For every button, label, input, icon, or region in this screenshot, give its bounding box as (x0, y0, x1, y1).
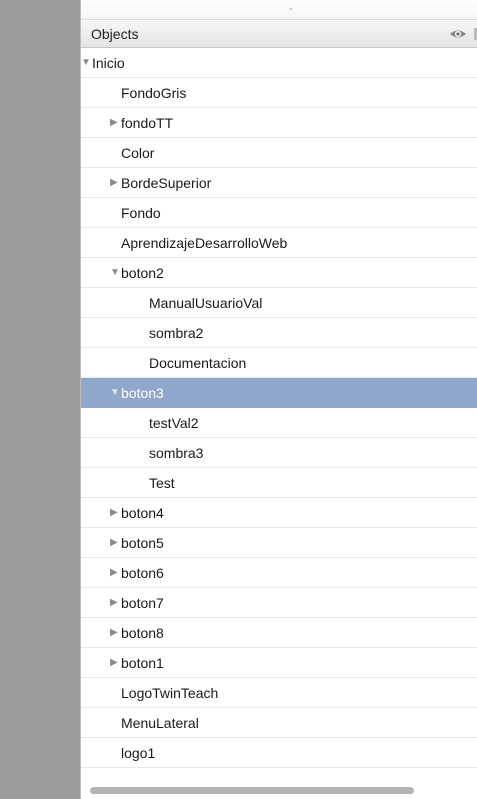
tree-row-label: AprendizajeDesarrolloWeb (121, 234, 288, 251)
panel-top-strip (81, 0, 477, 20)
tree-row-label: Test (149, 474, 175, 491)
tree-row-label: logo1 (121, 744, 156, 761)
horizontal-scrollbar[interactable] (90, 787, 414, 794)
tree-row-label: sombra3 (149, 444, 204, 461)
disclosure-collapsed-icon[interactable]: ▶ (110, 627, 120, 638)
tree-row-label: LogoTwinTeach (121, 684, 219, 701)
tree-row-label: boton5 (121, 534, 164, 551)
tree-row[interactable]: ▼ Inicio (81, 48, 477, 78)
tree-row[interactable]: ▶ boton8 (81, 618, 477, 648)
tree-row[interactable]: ▼ boton3 (81, 378, 477, 408)
disclosure-expanded-icon[interactable]: ▼ (81, 57, 91, 68)
tree-row[interactable]: ▶ boton1 (81, 648, 477, 678)
objects-window: Objects ▼ Inicio FondoGris ▶ fondoTT Color ▶ Bo… (0, 0, 477, 799)
objects-header: Objects (81, 20, 477, 48)
left-gutter (0, 0, 80, 799)
tree-row[interactable]: sombra3 (81, 438, 477, 468)
tree-row[interactable]: ManualUsuarioVal (81, 288, 477, 318)
disclosure-expanded-icon[interactable]: ▼ (110, 387, 120, 398)
objects-panel: Objects ▼ Inicio FondoGris ▶ fondoTT Color ▶ Bo… (80, 0, 477, 799)
disclosure-collapsed-icon[interactable]: ▶ (110, 537, 120, 548)
eye-icon[interactable] (449, 27, 467, 41)
tree-row-label: FondoGris (121, 84, 187, 101)
tree-row[interactable]: ▶ BordeSuperior (81, 168, 477, 198)
tree-row-label: boton1 (121, 654, 164, 671)
tree-row-label: Documentacion (149, 354, 247, 371)
tree-row-label: Fondo (121, 204, 161, 221)
tree-row-label: MenuLateral (121, 714, 199, 731)
disclosure-collapsed-icon[interactable]: ▶ (110, 507, 120, 518)
resize-grip[interactable] (289, 8, 293, 10)
object-tree: ▼ Inicio FondoGris ▶ fondoTT Color ▶ BordeSuper… (81, 48, 477, 768)
disclosure-collapsed-icon[interactable]: ▶ (110, 177, 120, 188)
objects-header-title: Objects (91, 25, 139, 42)
tree-row-label: boton6 (121, 564, 164, 581)
tree-row-label: boton2 (121, 264, 164, 281)
tree-row[interactable]: logo1 (81, 738, 477, 768)
tree-row[interactable]: Documentacion (81, 348, 477, 378)
tree-row[interactable]: Fondo (81, 198, 477, 228)
tree-row-label: testVal2 (149, 414, 199, 431)
tree-row-label: boton7 (121, 594, 164, 611)
tree-row[interactable]: Color (81, 138, 477, 168)
tree-row[interactable]: LogoTwinTeach (81, 678, 477, 708)
disclosure-collapsed-icon[interactable]: ▶ (110, 597, 120, 608)
tree-row[interactable]: ▶ boton5 (81, 528, 477, 558)
tree-row-label: Color (121, 144, 155, 161)
disclosure-expanded-icon[interactable]: ▼ (110, 267, 120, 278)
disclosure-collapsed-icon[interactable]: ▶ (110, 567, 120, 578)
tree-row[interactable]: FondoGris (81, 78, 477, 108)
tree-row[interactable]: AprendizajeDesarrolloWeb (81, 228, 477, 258)
tree-row[interactable]: ▼ boton2 (81, 258, 477, 288)
tree-row[interactable]: ▶ boton6 (81, 558, 477, 588)
tree-row[interactable]: ▶ fondoTT (81, 108, 477, 138)
tree-row[interactable]: MenuLateral (81, 708, 477, 738)
tree-row-label: Inicio (92, 54, 125, 71)
tree-row-label: boton4 (121, 504, 164, 521)
disclosure-collapsed-icon[interactable]: ▶ (110, 117, 120, 128)
tree-row-label: boton8 (121, 624, 164, 641)
tree-row-label: ManualUsuarioVal (149, 294, 263, 311)
tree-row[interactable]: ▶ boton7 (81, 588, 477, 618)
tree-row-label: BordeSuperior (121, 174, 212, 191)
tree-row[interactable]: Test (81, 468, 477, 498)
tree-row[interactable]: sombra2 (81, 318, 477, 348)
tree-row-label: fondoTT (121, 114, 174, 131)
disclosure-collapsed-icon[interactable]: ▶ (110, 657, 120, 668)
tree-row[interactable]: ▶ boton4 (81, 498, 477, 528)
tree-row-label: boton3 (121, 384, 164, 401)
tree-row[interactable]: testVal2 (81, 408, 477, 438)
tree-row-label: sombra2 (149, 324, 204, 341)
